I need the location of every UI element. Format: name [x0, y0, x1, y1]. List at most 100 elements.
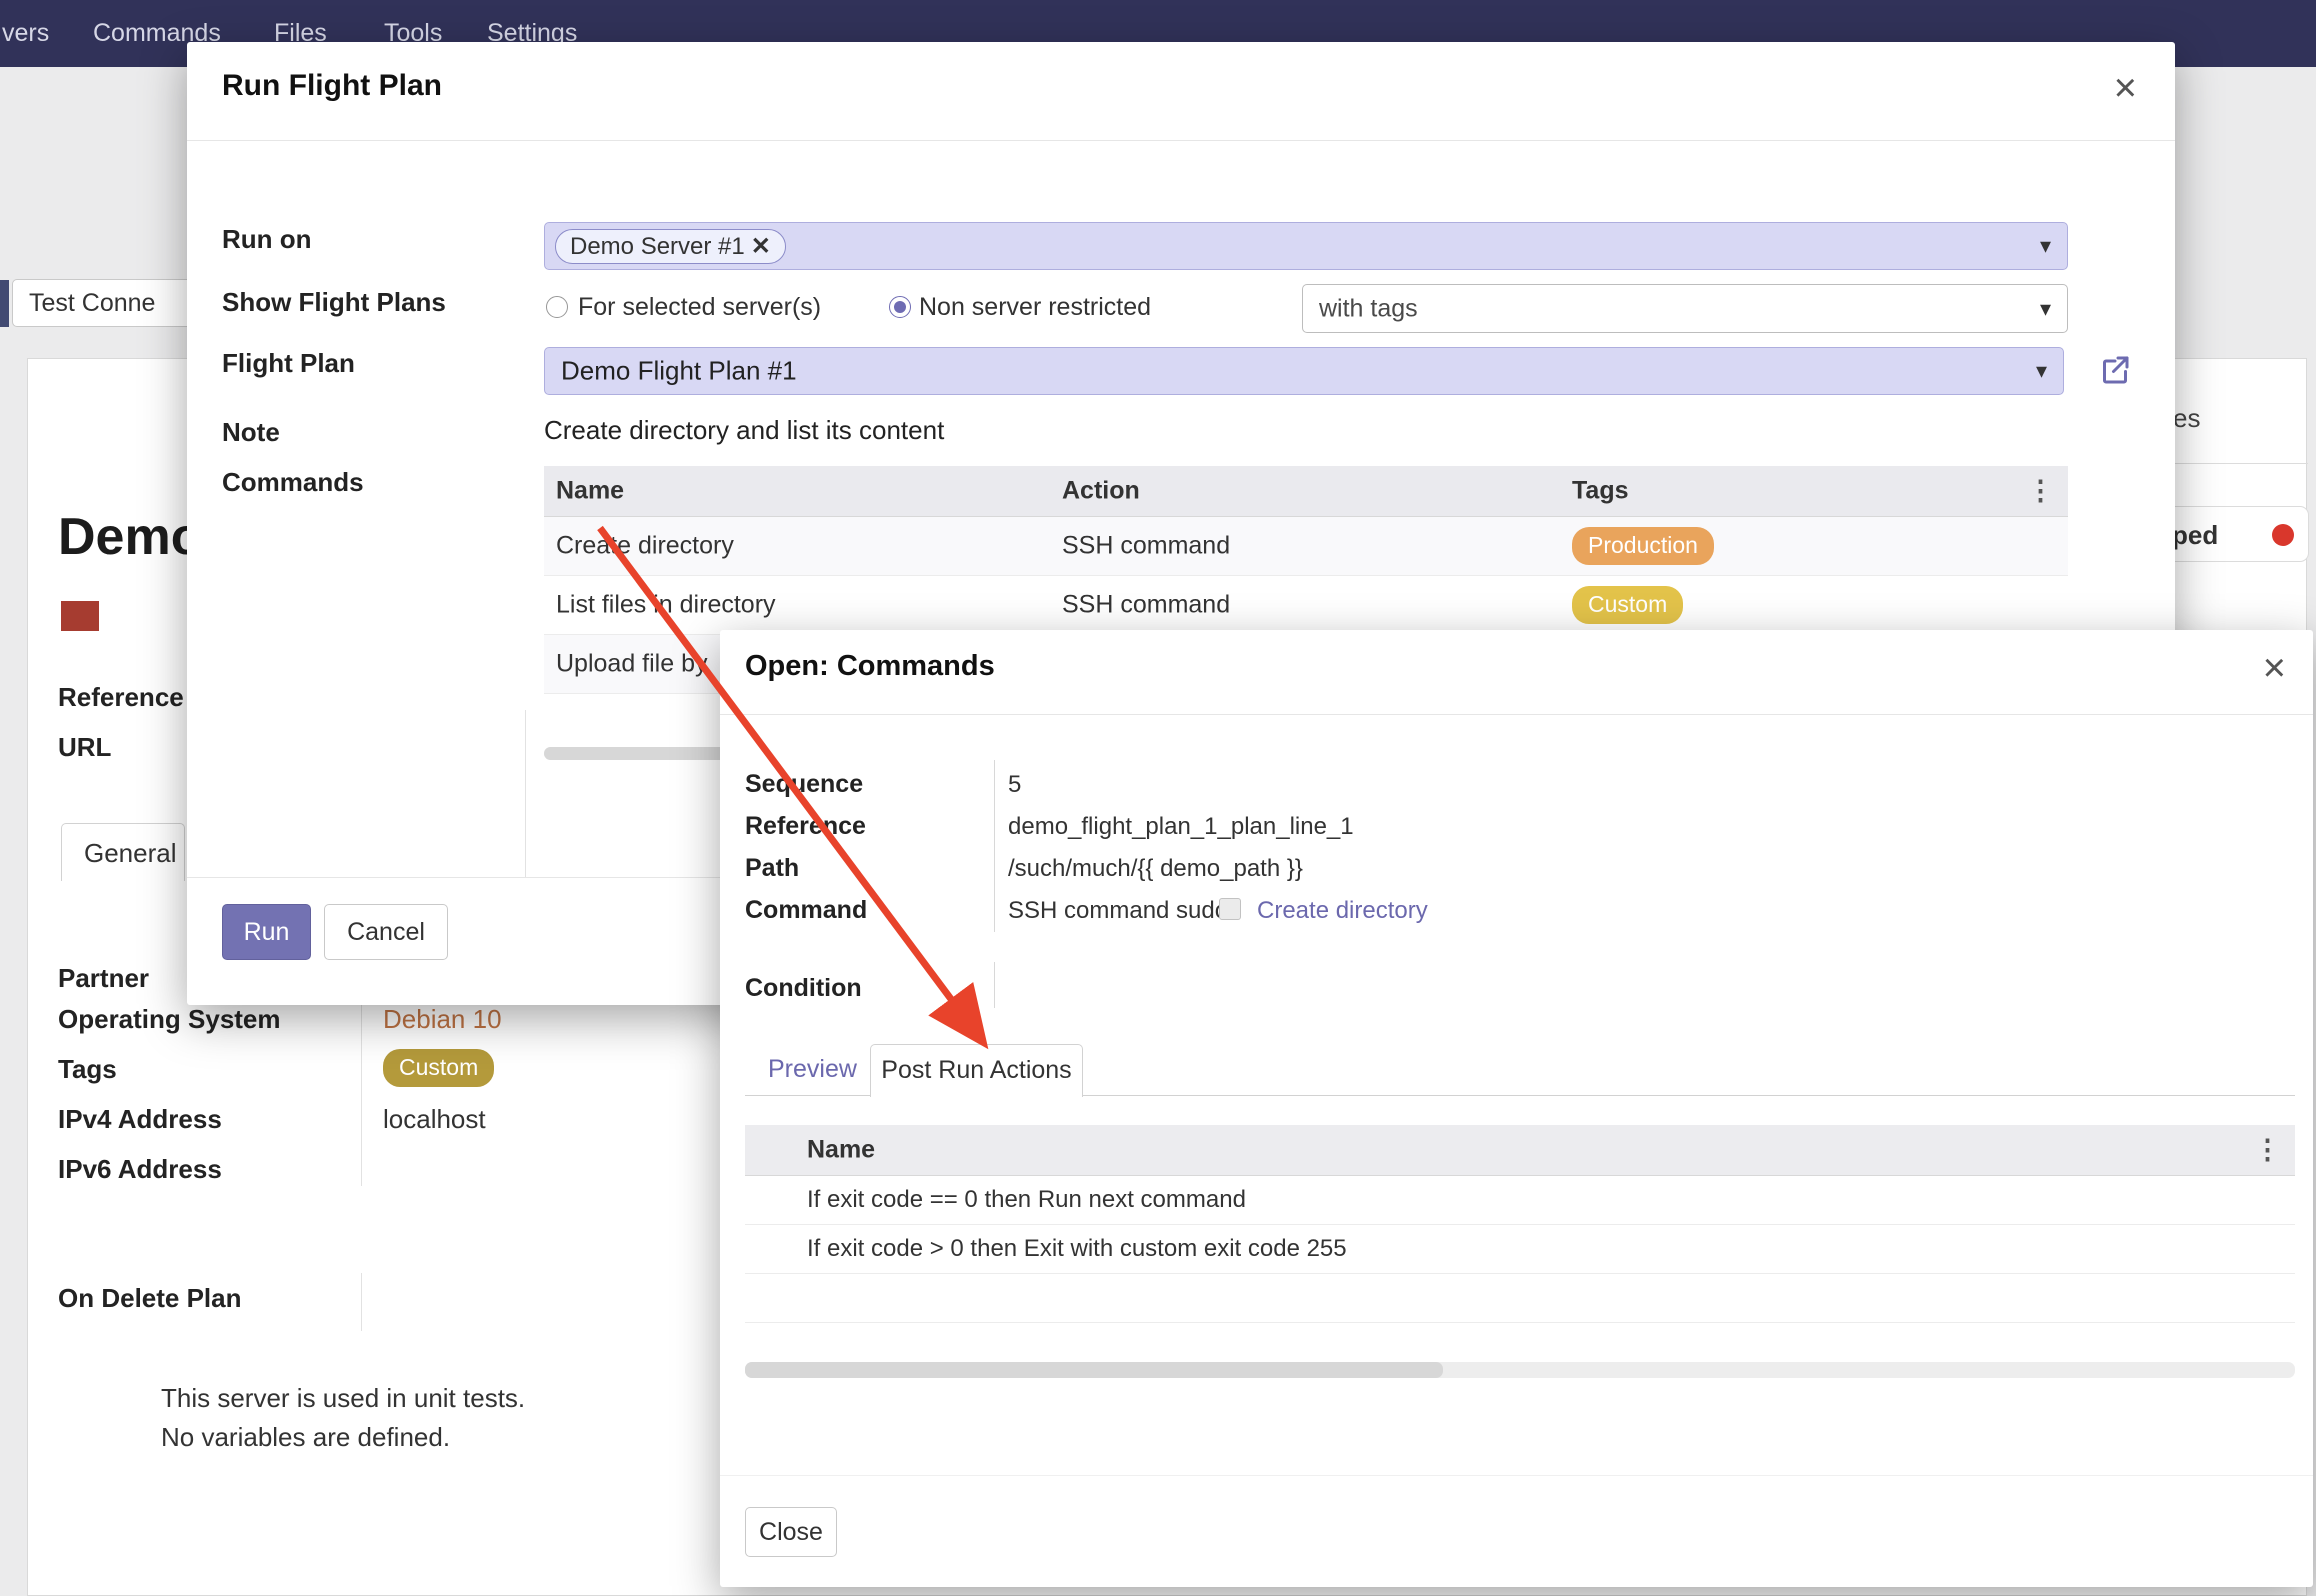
reference-value[interactable]: demo_flight_plan_1_plan_line_1 [1008, 813, 1354, 841]
radio-for-selected-servers[interactable] [546, 296, 568, 318]
color-swatch[interactable] [61, 601, 99, 631]
notes-tab-fragment[interactable]: es [2173, 403, 2200, 434]
unit-test-note-line1: This server is used in unit tests. [161, 1383, 525, 1414]
reference-label: Reference [745, 812, 866, 841]
note-value: Create directory and list its content [544, 415, 944, 446]
commands-table-header: Name Action Tags ⋮ [544, 466, 2068, 517]
url-label: URL [58, 732, 111, 763]
ipv6-label: IPv6 Address [58, 1154, 222, 1185]
ipv4-label: IPv4 Address [58, 1104, 222, 1135]
divider [525, 710, 526, 877]
divider [720, 1475, 2313, 1476]
unit-test-note-line2: No variables are defined. [161, 1422, 450, 1453]
radio-for-selected-servers-label[interactable]: For selected server(s) [578, 293, 821, 322]
status-dot-red-icon [2272, 524, 2294, 546]
condition-label: Condition [745, 974, 862, 1003]
table-row[interactable]: If exit code == 0 then Run next command [745, 1176, 2295, 1225]
external-link-icon[interactable] [2097, 352, 2133, 388]
cell-action: SSH command [1062, 532, 1230, 561]
tag-badge-production: Production [1572, 527, 1714, 565]
reference-label: Reference [58, 682, 184, 713]
kebab-menu-icon[interactable]: ⋮ [2254, 1135, 2281, 1166]
command-checkbox[interactable] [1219, 898, 1241, 920]
server-chip-label: Demo Server #1 [570, 233, 745, 260]
table-row[interactable]: Create directory SSH command Production [544, 517, 2068, 576]
divider [187, 140, 2175, 141]
horizontal-scrollbar[interactable] [745, 1362, 2295, 1378]
show-flight-plans-label: Show Flight Plans [222, 287, 446, 318]
cell-name: Upload file by [556, 650, 707, 679]
with-tags-value: with tags [1319, 294, 1418, 323]
status-label-fragment: ped [2172, 520, 2218, 551]
cell-action: SSH command [1062, 591, 1230, 620]
column-header-name[interactable]: Name [556, 477, 624, 506]
dialog-title: Run Flight Plan [222, 69, 442, 103]
run-on-select[interactable]: Demo Server #1✕ ▾ [544, 222, 2068, 270]
cell-name: List files in directory [556, 591, 776, 620]
kebab-menu-icon[interactable]: ⋮ [2027, 476, 2054, 507]
run-on-label: Run on [222, 224, 312, 255]
close-icon[interactable]: × [2114, 68, 2137, 108]
create-directory-link[interactable]: Create directory [1257, 897, 1428, 925]
sequence-value[interactable]: 5 [1008, 771, 1021, 799]
commands-label: Commands [222, 467, 364, 498]
ipv4-value: localhost [383, 1104, 486, 1135]
close-icon[interactable]: × [2263, 648, 2286, 688]
chevron-down-icon[interactable]: ▾ [2040, 296, 2051, 322]
server-name-heading: Demo [58, 507, 202, 567]
status-button[interactable]: ped [2153, 506, 2309, 562]
flight-plan-select[interactable]: Demo Flight Plan #1 ▾ [544, 347, 2064, 395]
open-commands-dialog: Open: Commands × Sequence 5 Reference de… [720, 630, 2313, 1587]
chip-remove-icon[interactable]: ✕ [751, 233, 771, 260]
column-header-tags[interactable]: Tags [1572, 477, 1629, 506]
command-label: Command [745, 896, 867, 925]
actions-table-header: Name ⋮ [745, 1125, 2295, 1176]
chevron-down-icon[interactable]: ▾ [2040, 233, 2051, 259]
cell-name: If exit code == 0 then Run next command [807, 1186, 1246, 1214]
partner-label: Partner [58, 963, 149, 994]
operating-system-value[interactable]: Debian 10 [383, 1004, 502, 1035]
nav-item-servers[interactable]: vers [2, 0, 49, 67]
cell-tags: Custom [1572, 586, 1683, 624]
note-label: Note [222, 417, 280, 448]
tab-preview[interactable]: Preview [768, 1055, 857, 1084]
radio-non-server-restricted[interactable] [889, 296, 911, 318]
table-row[interactable]: If exit code > 0 then Exit with custom e… [745, 1225, 2295, 1274]
server-chip[interactable]: Demo Server #1✕ [555, 229, 786, 264]
operating-system-label: Operating System [58, 1004, 281, 1035]
divider [2161, 463, 2308, 464]
divider [994, 760, 995, 932]
path-value[interactable]: /such/much/{{ demo_path }} [1008, 855, 1303, 883]
table-row-empty[interactable] [745, 1274, 2295, 1323]
column-header-action[interactable]: Action [1062, 477, 1140, 506]
close-button[interactable]: Close [745, 1507, 837, 1557]
tab-post-run-actions[interactable]: Post Run Actions [870, 1044, 1083, 1097]
command-value: SSH command sudo [1008, 897, 1228, 925]
run-button[interactable]: Run [222, 904, 311, 960]
divider [720, 714, 2313, 715]
flight-plan-value: Demo Flight Plan #1 [561, 356, 797, 387]
tag-badge-custom: Custom [1572, 586, 1683, 624]
with-tags-select[interactable]: with tags ▾ [1302, 284, 2068, 333]
screen: vers Commands Files Tools Settings Test … [0, 0, 2316, 1596]
cell-name: If exit code > 0 then Exit with custom e… [807, 1235, 1347, 1263]
divider [361, 1273, 362, 1331]
button-group-fragment [0, 280, 9, 327]
path-label: Path [745, 854, 799, 883]
radio-non-server-restricted-label[interactable]: Non server restricted [919, 293, 1151, 322]
cell-tags: Production [1572, 527, 1714, 565]
cell-name: Create directory [556, 532, 734, 561]
scrollbar-thumb[interactable] [745, 1362, 1443, 1378]
on-delete-plan-label: On Delete Plan [58, 1283, 242, 1314]
column-header-name[interactable]: Name [807, 1136, 875, 1165]
table-row[interactable]: List files in directory SSH command Cust… [544, 576, 2068, 635]
tab-general[interactable]: General [61, 823, 185, 881]
divider [994, 962, 995, 1008]
tag-badge-custom[interactable]: Custom [383, 1049, 494, 1087]
tags-label: Tags [58, 1054, 117, 1085]
sequence-label: Sequence [745, 770, 863, 799]
dialog-title: Open: Commands [745, 650, 995, 683]
flight-plan-label: Flight Plan [222, 348, 355, 379]
chevron-down-icon[interactable]: ▾ [2036, 358, 2047, 384]
cancel-button[interactable]: Cancel [324, 904, 448, 960]
